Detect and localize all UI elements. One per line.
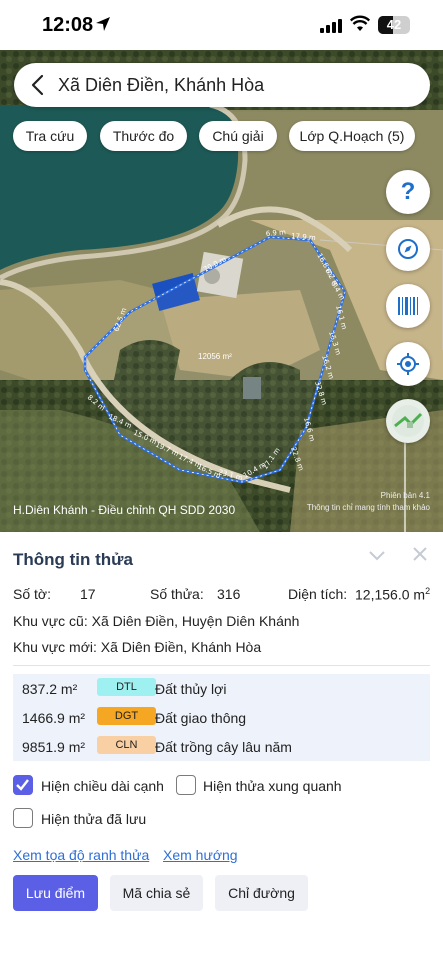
old-area-label: Khu vực cũ: xyxy=(13,613,88,629)
show-neighbors-label: Hiện thửa xung quanh xyxy=(203,778,342,794)
land-use-code: DTL xyxy=(97,678,156,696)
new-area-value: Xã Diên Điền, Khánh Hòa xyxy=(100,639,262,655)
old-area-row: Khu vực cũ: Xã Diên Điền, Huyện Diên Khá… xyxy=(13,613,299,629)
map-disclaimer-text: Thông tin chỉ mang tính tham khảo xyxy=(306,503,430,512)
edge-length-label: 23.1 m xyxy=(217,468,243,482)
battery-level: 42 xyxy=(386,17,402,32)
chip-planning-layers[interactable]: Lớp Q.Hoạch (5) xyxy=(289,121,415,151)
edge-length-label: 6.9 m xyxy=(265,228,286,238)
show-saved-label: Hiện thửa đã lưu xyxy=(41,811,147,827)
barcode-button[interactable] xyxy=(386,284,430,328)
location-title: Xã Diên Điền, Khánh Hòa xyxy=(58,75,265,95)
edge-length-label: 8.2 m xyxy=(86,393,107,412)
map-view[interactable]: 70.0 m 6.9 m 17.9 m 16.8 m 6.2 m 8.4 m 16.1 m1… xyxy=(0,50,443,532)
edge-length-label: 10.4 m xyxy=(242,460,267,479)
edge-length-label: 19.7 m xyxy=(154,441,180,459)
map-type-button[interactable] xyxy=(386,399,430,443)
chip-legend[interactable]: Chú giải xyxy=(199,121,277,151)
land-use-row: 9851.9 m² CLN Đất trồng cây lâu năm xyxy=(13,732,430,761)
map-layer-name: H.Diên Khánh - Điều chỉnh QH SDD 2030 xyxy=(13,503,236,517)
parcel-info-panel: Thông tin thửa Số tờ: 17 Số thửa: 316 Di… xyxy=(0,532,443,959)
view-coordinates-link[interactable]: Xem tọa độ ranh thửa xyxy=(13,847,149,863)
panel-title: Thông tin thửa xyxy=(13,550,133,569)
sheet-number-label: Số tờ: xyxy=(13,586,51,602)
view-direction-link[interactable]: Xem hướng xyxy=(163,847,238,863)
barcode-icon xyxy=(398,297,418,315)
land-use-name: Đất trồng cây lâu năm xyxy=(155,739,292,755)
back-icon[interactable] xyxy=(30,74,44,96)
land-use-name: Đất thủy lợi xyxy=(155,681,227,697)
new-area-row: Khu vực mới: Xã Diên Điền, Khánh Hòa xyxy=(13,639,261,655)
parcel-number-label: Số thửa: xyxy=(150,586,204,602)
area-value-number: 12,156.0 m xyxy=(355,586,426,603)
compass-button[interactable] xyxy=(386,227,430,271)
divider xyxy=(13,665,430,666)
chevron-down-icon[interactable] xyxy=(368,549,386,563)
land-use-name: Đất giao thông xyxy=(155,710,247,726)
chip-measure[interactable]: Thước đo xyxy=(100,121,187,151)
status-bar: 12:08 42 xyxy=(0,0,443,50)
old-area-value: Xã Diên Điền, Huyện Diên Khánh xyxy=(91,613,300,629)
parcel-number-value: 316 xyxy=(217,586,241,602)
help-button[interactable]: ? xyxy=(386,170,430,214)
edge-length-label: 8.4 m xyxy=(329,280,346,302)
battery-icon: 42 xyxy=(378,16,410,34)
edge-length-label: 15.0 m xyxy=(132,429,158,447)
edge-length-label: 17.4 m xyxy=(177,453,203,471)
land-use-row: 1466.9 m² DGT Đất giao thông xyxy=(13,703,430,732)
show-saved-checkbox[interactable] xyxy=(13,808,33,828)
parcel-area-label: 12056 m² xyxy=(198,352,232,361)
directions-button[interactable]: Chỉ đường xyxy=(215,875,308,911)
my-location-button[interactable] xyxy=(386,342,430,386)
show-edge-length-label: Hiện chiều dài cạnh xyxy=(41,778,164,794)
land-use-code: DGT xyxy=(97,707,156,725)
land-use-code: CLN xyxy=(97,736,156,754)
edge-length-label: 17.9 m xyxy=(291,232,316,242)
close-icon[interactable] xyxy=(412,546,428,562)
land-use-row: 837.2 m² DTL Đất thủy lợi xyxy=(13,674,430,703)
area-unit-sup: 2 xyxy=(425,586,431,596)
land-use-area: 9851.9 m² xyxy=(22,739,86,755)
land-use-area: 1466.9 m² xyxy=(22,710,86,726)
edge-length-label: 18.4 m xyxy=(107,413,133,431)
show-neighbors-checkbox[interactable] xyxy=(176,775,196,795)
chip-lookup[interactable]: Tra cứu xyxy=(13,121,87,151)
share-code-button[interactable]: Mã chia sẻ xyxy=(110,875,203,911)
edge-length-label: 16.6 m xyxy=(302,416,316,442)
location-arrow-icon xyxy=(96,17,110,31)
new-area-label: Khu vực mới: xyxy=(13,639,97,655)
status-time: 12:08 xyxy=(42,14,94,36)
sheet-number-value: 17 xyxy=(80,586,96,602)
wifi-icon xyxy=(350,15,370,31)
area-value: 12,156.0 m2 xyxy=(355,586,430,603)
edge-length-label: 70.0 m xyxy=(202,255,228,274)
save-point-button[interactable]: Lưu điểm xyxy=(13,875,98,911)
checkmark-icon xyxy=(16,779,29,791)
compass-icon xyxy=(398,239,418,259)
question-icon: ? xyxy=(400,178,416,205)
edge-length-label: 16.2 m xyxy=(320,354,335,380)
search-bar[interactable]: Xã Diên Điền, Khánh Hòa xyxy=(14,63,430,107)
map-version: Phiên bản 4.1 xyxy=(380,491,430,500)
edge-length-label: 62.5 m xyxy=(112,307,128,333)
edge-length-label: 32.8 m xyxy=(313,380,328,406)
map-thumbnail-icon xyxy=(392,405,424,437)
show-edge-length-checkbox[interactable] xyxy=(13,775,33,795)
map-disclaimer: Phiên bản 4.1 Thông tin chỉ mang tính th… xyxy=(307,490,430,514)
cellular-signal-icon xyxy=(320,19,342,33)
edge-length-label: 22.8 m xyxy=(289,446,305,472)
land-use-area: 837.2 m² xyxy=(22,681,78,697)
edge-length-label: 16.1 m xyxy=(334,304,348,330)
edge-length-label: 15.3 m xyxy=(327,330,342,356)
area-label: Diện tích: xyxy=(288,586,348,602)
crosshair-icon xyxy=(397,353,419,375)
